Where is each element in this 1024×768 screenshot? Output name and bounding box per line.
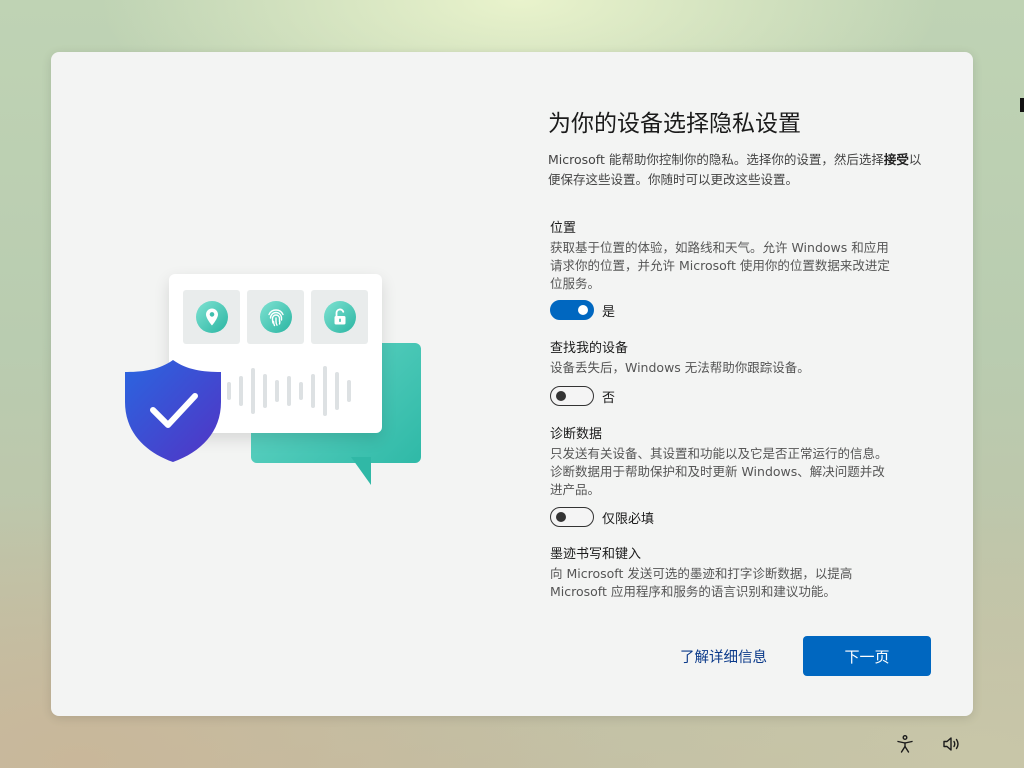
intro-text: Microsoft 能帮助你控制你的隐私。选择你的设置，然后选择接受以便保存这些… — [548, 152, 922, 187]
diagnostic-data-title: 诊断数据 — [550, 427, 603, 442]
volume-icon[interactable] — [941, 733, 963, 755]
unlocked-padlock-icon — [334, 308, 345, 325]
location-toggle-label: 是 — [602, 304, 616, 320]
inking-typing-title: 墨迹书写和键入 — [550, 547, 642, 562]
next-button[interactable]: 下一页 — [803, 636, 931, 676]
padlock-tile — [311, 290, 368, 344]
page-title: 为你的设备选择隐私设置 — [548, 111, 801, 137]
find-my-device-title: 查找我的设备 — [550, 341, 629, 356]
shield-check-icon — [125, 360, 221, 462]
toggle-knob — [556, 512, 566, 522]
location-description: 获取基于位置的体验，如路线和天气。允许 Windows 和应用请求你的位置，并允… — [550, 240, 890, 291]
toggle-knob — [556, 391, 566, 401]
find-my-device-toggle[interactable] — [550, 386, 594, 406]
intro-accept-bold: 接受 — [883, 152, 909, 167]
diagnostic-data-description: 只发送有关设备、其设置和功能以及它是否正常运行的信息。诊断数据用于帮助保护和及时… — [550, 446, 888, 497]
edge-marker — [1020, 98, 1024, 112]
find-my-device-toggle-label: 否 — [602, 390, 616, 406]
diagnostic-data-toggle-row: 仅限必填 — [550, 507, 654, 527]
diagnostic-data-toggle-label: 仅限必填 — [602, 511, 655, 527]
location-pin-icon — [205, 308, 218, 326]
inking-typing-description: 向 Microsoft 发送可选的墨迹和打字诊断数据，以提高 Microsoft… — [550, 566, 853, 599]
accessibility-icon[interactable] — [894, 733, 916, 755]
toggle-knob — [578, 305, 588, 315]
location-toggle-row: 是 — [550, 300, 615, 320]
chat-bubble-tail — [351, 457, 371, 485]
location-toggle[interactable] — [550, 300, 594, 320]
find-my-device-description: 设备丢失后，Windows 无法帮助你跟踪设备。 — [550, 360, 810, 375]
setup-dialog: 为你的设备选择隐私设置 Microsoft 能帮助你控制你的隐私。选择你的设置，… — [51, 52, 973, 716]
learn-more-link[interactable]: 了解详细信息 — [680, 646, 767, 667]
fingerprint-icon — [267, 309, 284, 327]
fingerprint-tile — [247, 290, 304, 344]
location-tile — [183, 290, 240, 344]
voice-waveform-icon — [227, 366, 351, 416]
diagnostic-data-toggle[interactable] — [550, 507, 594, 527]
location-title: 位置 — [550, 221, 577, 236]
find-my-device-toggle-row: 否 — [550, 386, 615, 406]
